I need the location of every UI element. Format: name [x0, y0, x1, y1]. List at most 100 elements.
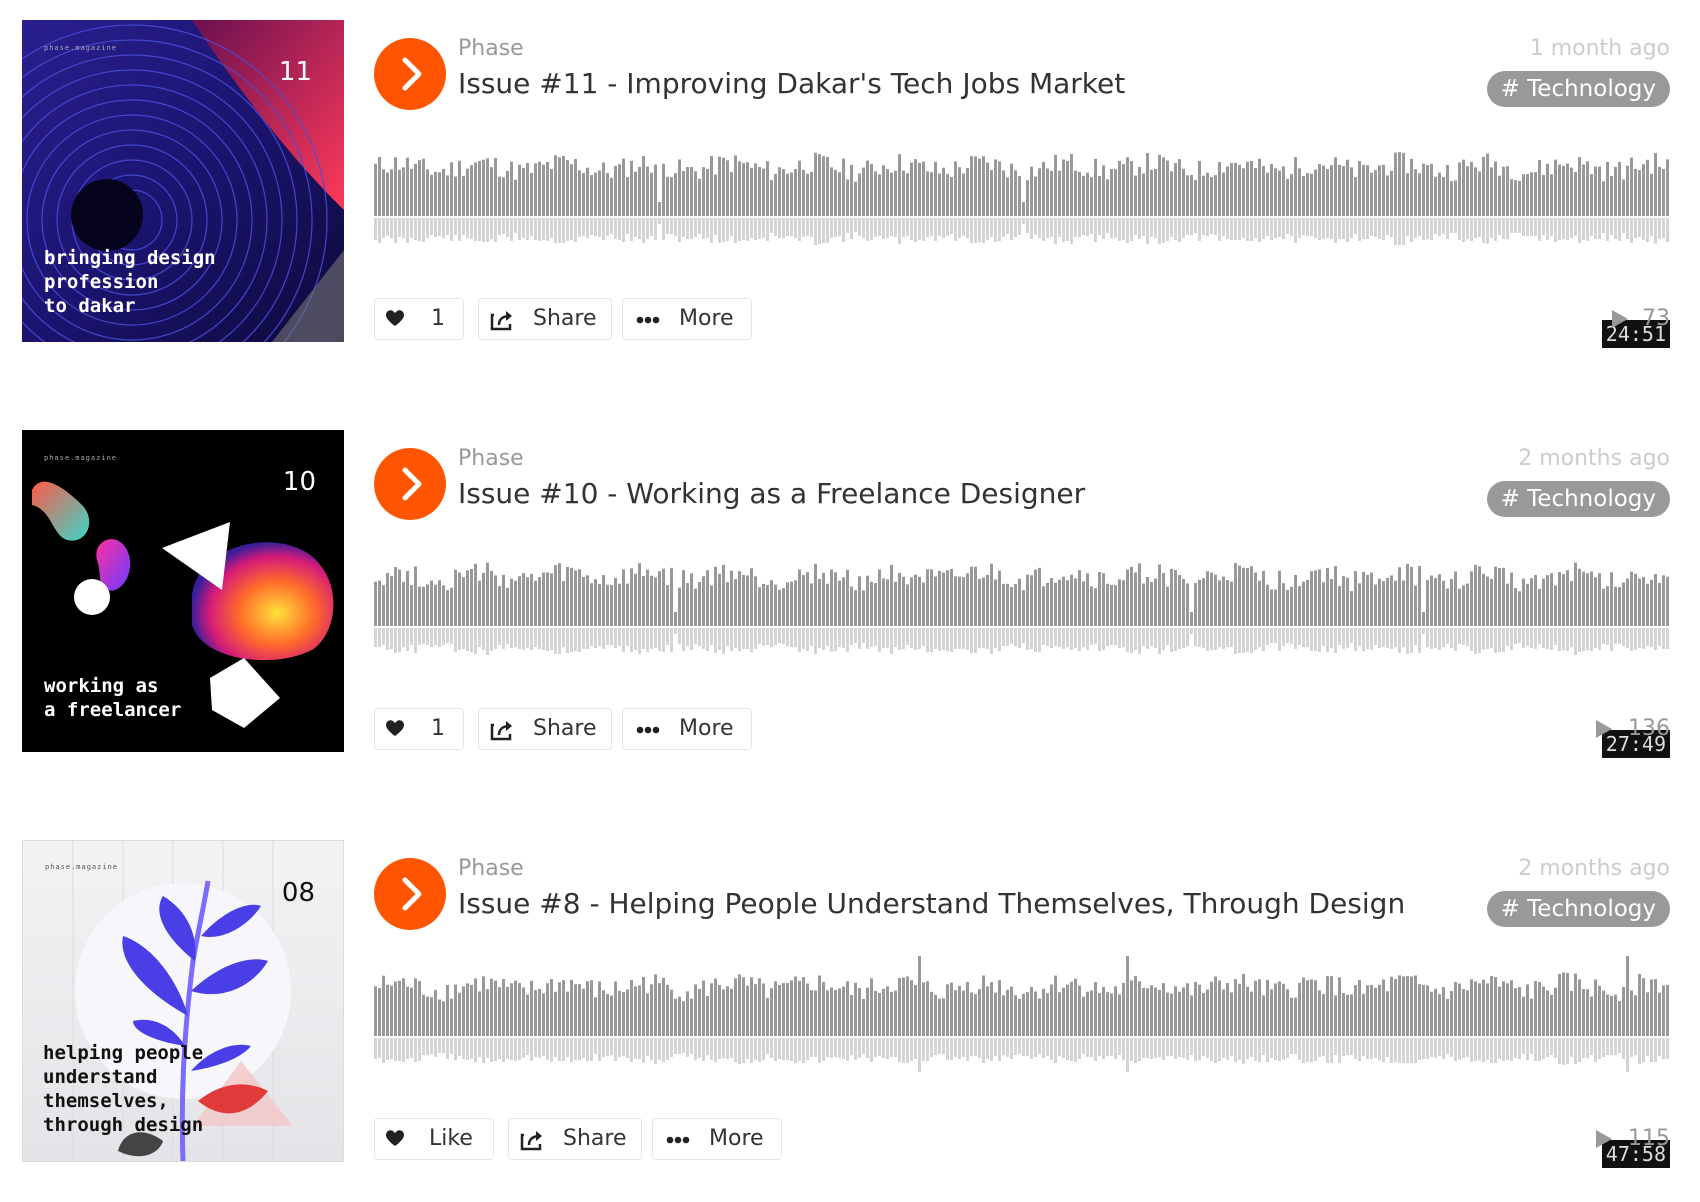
track-title[interactable]: Issue #8 - Helping People Understand The…: [458, 887, 1405, 920]
waveform-bar: [1518, 986, 1521, 1036]
waveform-bar: [890, 172, 893, 216]
track-artwork[interactable]: phase.magazine 08 helping people underst…: [22, 840, 344, 1162]
waveform-bar: [1002, 583, 1005, 626]
waveform-bar: [618, 990, 621, 1036]
like-button[interactable]: 1: [374, 298, 464, 340]
waveform-bar: [1578, 568, 1581, 626]
waveform-bar-reflection: [682, 1038, 685, 1053]
waveform-bar: [1290, 586, 1293, 626]
waveform-bar: [1450, 181, 1453, 216]
waveform-bar-reflection: [1270, 1038, 1273, 1058]
waveform-bar-reflection: [970, 628, 973, 653]
waveform-bar-reflection: [1054, 218, 1057, 244]
waveform-bar-reflection: [1102, 628, 1105, 650]
waveform-bar: [654, 164, 657, 216]
waveform-bar: [842, 158, 845, 216]
waveform-bar-reflection: [782, 628, 785, 644]
waveform-bar: [1486, 983, 1489, 1036]
waveform-bar-reflection: [1626, 1038, 1629, 1072]
waveform-bar: [834, 572, 837, 626]
waveform-bar: [1262, 570, 1265, 626]
waveform-bar: [1186, 983, 1189, 1036]
waveform-bar: [1418, 173, 1421, 216]
like-button[interactable]: 1: [374, 708, 464, 750]
waveform-bar-reflection: [790, 628, 793, 647]
waveform-bar: [1558, 164, 1561, 216]
waveform-bar: [902, 576, 905, 626]
waveform-bar-reflection: [1638, 628, 1641, 648]
waveform-bar: [1002, 170, 1005, 216]
waveform-bar-reflection: [550, 628, 553, 650]
waveform-bar-reflection: [906, 1038, 909, 1063]
waveform-bar: [950, 177, 953, 216]
waveform[interactable]: 27:49: [374, 542, 1670, 758]
play-button[interactable]: [374, 448, 446, 520]
waveform-bar: [1214, 574, 1217, 626]
waveform-bar: [890, 991, 893, 1036]
waveform-bar: [946, 984, 949, 1036]
like-button[interactable]: Like: [374, 1118, 494, 1160]
waveform-bar: [958, 985, 961, 1036]
waveform-bar: [406, 986, 409, 1036]
waveform-bar: [626, 583, 629, 626]
more-button[interactable]: More: [622, 708, 752, 750]
waveform-bar-reflection: [1090, 1038, 1093, 1057]
waveform-bar-reflection: [1038, 628, 1041, 652]
track-artwork[interactable]: phase.magazine 10 working as a freelance…: [22, 430, 344, 752]
waveform-bar-reflection: [1134, 628, 1137, 650]
genre-tag[interactable]: # Technology: [1486, 71, 1670, 107]
waveform-bar: [1618, 1001, 1621, 1036]
waveform-bar: [1398, 152, 1401, 216]
waveform-bar: [1658, 992, 1661, 1036]
uploader-name[interactable]: Phase: [458, 856, 524, 881]
track-title[interactable]: Issue #11 - Improving Dakar's Tech Jobs …: [458, 67, 1125, 100]
waveform-bar: [594, 579, 597, 626]
track-artwork[interactable]: phase.magazine 11 bringing design profes…: [22, 20, 344, 342]
waveform-bar: [1654, 979, 1657, 1036]
waveform-bar: [710, 983, 713, 1036]
waveform-bar: [1558, 572, 1561, 626]
waveform-bar-reflection: [1142, 218, 1145, 236]
waveform-bar: [946, 174, 949, 216]
genre-tag[interactable]: # Technology: [1486, 481, 1670, 517]
share-button[interactable]: Share: [508, 1118, 642, 1160]
waveform-bar: [1594, 166, 1597, 216]
waveform-bar-reflection: [1558, 1038, 1561, 1064]
waveform-bar-reflection: [654, 1038, 657, 1064]
waveform-bar: [1294, 574, 1297, 626]
uploader-name[interactable]: Phase: [458, 36, 524, 61]
waveform[interactable]: 24:51: [374, 132, 1670, 348]
waveform[interactable]: 47:58: [374, 952, 1670, 1168]
track-title[interactable]: Issue #10 - Working as a Freelance Desig…: [458, 477, 1085, 510]
waveform-bar: [418, 160, 421, 216]
waveform-bar-reflection: [1110, 218, 1113, 238]
waveform-bar-reflection: [446, 628, 449, 643]
play-button[interactable]: [374, 858, 446, 930]
waveform-bar-reflection: [1246, 628, 1249, 652]
waveform-bar-reflection: [1226, 628, 1229, 647]
waveform-bar: [1170, 568, 1173, 626]
waveform-bar-reflection: [1198, 218, 1201, 241]
uploader-name[interactable]: Phase: [458, 446, 524, 471]
play-button[interactable]: [374, 38, 446, 110]
waveform-bar: [966, 982, 969, 1036]
more-button[interactable]: More: [652, 1118, 782, 1160]
waveform-bar-reflection: [1622, 218, 1625, 233]
waveform-bar-reflection: [1310, 218, 1313, 236]
waveform-bar: [1206, 172, 1209, 216]
waveform-bar: [1218, 980, 1221, 1036]
waveform-bar-reflection: [1118, 218, 1121, 241]
waveform-bar: [462, 175, 465, 216]
waveform-bar: [562, 580, 565, 626]
waveform-bar: [1174, 986, 1177, 1036]
share-button[interactable]: Share: [478, 708, 612, 750]
waveform-bar: [1458, 162, 1461, 216]
more-button[interactable]: More: [622, 298, 752, 340]
waveform-bar: [1130, 566, 1133, 626]
waveform-bar: [594, 172, 597, 216]
waveform-bar: [942, 998, 945, 1036]
waveform-bar: [1302, 581, 1305, 626]
share-button[interactable]: Share: [478, 298, 612, 340]
waveform-bar-reflection: [1130, 1038, 1133, 1061]
genre-tag[interactable]: # Technology: [1486, 891, 1670, 927]
